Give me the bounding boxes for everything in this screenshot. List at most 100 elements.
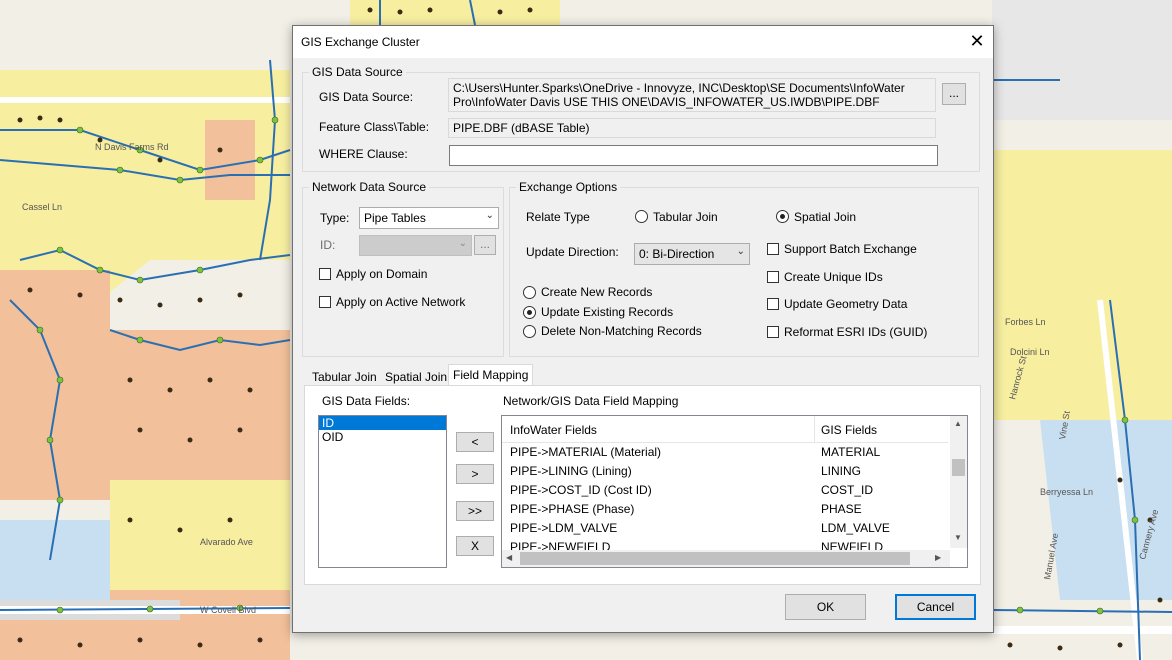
move-left-button[interactable]: < (456, 432, 494, 452)
horizontal-scrollbar[interactable]: ◀ ▶ (502, 550, 950, 567)
scroll-left-icon[interactable]: ◀ (506, 553, 512, 562)
map-label: Alvarado Ave (200, 537, 253, 547)
row-infowater-field: PIPE->MATERIAL (Material) (510, 445, 662, 459)
title-bar[interactable]: GIS Exchange Cluster ✕ (293, 26, 993, 58)
zone-orange-2 (110, 330, 290, 480)
field-mapping-label: Network/GIS Data Field Mapping (503, 394, 679, 408)
row-infowater-field: PIPE->LINING (Lining) (510, 464, 632, 478)
chevron-down-icon: ⌄ (485, 210, 494, 221)
list-item[interactable]: OID (319, 430, 446, 444)
scroll-thumb[interactable] (520, 552, 910, 565)
table-row[interactable]: PIPE->LINING (Lining) LINING (502, 462, 948, 481)
zone-orange-4 (205, 120, 255, 200)
where-clause-label: WHERE Clause: (319, 147, 408, 161)
row-gis-field: PHASE (821, 502, 862, 516)
ok-button[interactable]: OK (785, 594, 866, 620)
id-label: ID: (320, 238, 336, 252)
zone-gray-right (992, 0, 1172, 120)
gis-source-label: GIS Data Source: (319, 90, 414, 104)
move-right-button[interactable]: > (456, 464, 494, 484)
move-all-button[interactable]: >> (456, 501, 494, 521)
dialog-title: GIS Exchange Cluster (301, 35, 420, 49)
chevron-down-icon: ⌄ (458, 238, 467, 249)
row-gis-field: LINING (821, 464, 862, 478)
feature-class-label: Feature Class\Table: (319, 120, 430, 134)
gis-exchange-dialog: GIS Exchange Cluster ✕ GIS Data Source G… (292, 25, 994, 633)
radio-dot (780, 214, 785, 219)
reformat-esri-ids-label: Reformat ESRI IDs (GUID) (784, 325, 928, 339)
column-header-gis[interactable]: GIS Fields (821, 423, 877, 437)
scroll-right-icon[interactable]: ▶ (935, 553, 941, 562)
scroll-down-icon[interactable]: ▼ (954, 533, 962, 542)
row-infowater-field: PIPE->LDM_VALVE (510, 521, 618, 535)
tabular-join-label: Tabular Join (653, 210, 718, 224)
group-label: Exchange Options (516, 180, 621, 194)
id-browse-button[interactable]: ... (474, 235, 496, 255)
map-label: W Covell Blvd (200, 605, 256, 615)
update-direction-label: Update Direction: (526, 245, 619, 259)
table-row[interactable]: PIPE->COST_ID (Cost ID) COST_ID (502, 481, 948, 500)
type-select[interactable]: Pipe Tables ⌄ (359, 207, 499, 229)
close-icon[interactable]: ✕ (961, 26, 993, 58)
tabular-join-radio[interactable] (635, 210, 648, 223)
map-label: Forbes Ln (1005, 317, 1046, 327)
spatial-join-radio[interactable] (776, 210, 789, 223)
apply-active-network-checkbox[interactable] (319, 296, 331, 308)
type-label: Type: (320, 211, 350, 225)
column-divider[interactable] (814, 416, 815, 442)
radio-dot (527, 310, 532, 315)
table-row[interactable]: PIPE->MATERIAL (Material) MATERIAL (502, 443, 948, 462)
zone-yellow-2 (110, 480, 290, 590)
table-row[interactable]: PIPE->PHASE (Phase) PHASE (502, 500, 948, 519)
browse-source-button[interactable]: ... (942, 83, 966, 105)
update-geometry-data-checkbox[interactable] (767, 298, 779, 310)
chevron-down-icon: ⌄ (736, 246, 745, 257)
group-label: Network Data Source (309, 180, 430, 194)
table-row[interactable]: PIPE->LDM_VALVE LDM_VALVE (502, 519, 948, 538)
group-label: GIS Data Source (309, 65, 406, 79)
create-new-records-label: Create New Records (541, 285, 653, 299)
remove-button[interactable]: X (456, 536, 494, 556)
support-batch-exchange-checkbox[interactable] (767, 243, 779, 255)
delete-non-matching-label: Delete Non-Matching Records (541, 324, 702, 338)
scroll-up-icon[interactable]: ▲ (954, 419, 962, 428)
create-unique-ids-label: Create Unique IDs (784, 270, 883, 284)
row-infowater-field: PIPE->COST_ID (Cost ID) (510, 483, 652, 497)
create-unique-ids-checkbox[interactable] (767, 271, 779, 283)
grid-header: InfoWater Fields GIS Fields (502, 416, 948, 443)
update-direction-select[interactable]: 0: Bi-Direction ⌄ (634, 243, 750, 265)
relate-type-label: Relate Type (526, 210, 590, 224)
tab-spatial-join[interactable]: Spatial Join (381, 367, 451, 387)
tab-tabular-join[interactable]: Tabular Join (308, 367, 381, 387)
apply-domain-label: Apply on Domain (336, 267, 428, 281)
gis-source-path: C:\Users\Hunter.Sparks\OneDrive - Innovy… (448, 78, 936, 112)
reformat-esri-ids-checkbox[interactable] (767, 326, 779, 338)
update-geometry-data-label: Update Geometry Data (784, 297, 908, 311)
update-existing-records-label: Update Existing Records (541, 305, 674, 319)
row-gis-field: LDM_VALVE (821, 521, 890, 535)
type-select-value: Pipe Tables (364, 211, 426, 225)
spatial-join-label: Spatial Join (794, 210, 857, 224)
gis-data-fields-label: GIS Data Fields: (322, 394, 411, 408)
update-existing-records-radio[interactable] (523, 306, 536, 319)
gis-fields-list[interactable]: ID OID (318, 415, 447, 568)
apply-domain-checkbox[interactable] (319, 268, 331, 280)
create-new-records-radio[interactable] (523, 286, 536, 299)
cancel-button[interactable]: Cancel (895, 594, 976, 620)
tab-field-mapping[interactable]: Field Mapping (448, 364, 534, 387)
scroll-thumb[interactable] (952, 459, 965, 476)
row-infowater-field: PIPE->PHASE (Phase) (510, 502, 635, 516)
vertical-scrollbar[interactable]: ▲ ▼ (950, 416, 967, 548)
map-label: Berryessa Ln (1040, 487, 1093, 497)
support-batch-exchange-label: Support Batch Exchange (784, 242, 917, 256)
update-direction-value: 0: Bi-Direction (639, 247, 715, 261)
list-item[interactable]: ID (319, 416, 446, 430)
where-clause-input[interactable] (449, 145, 938, 166)
column-header-infowater[interactable]: InfoWater Fields (510, 423, 597, 437)
delete-non-matching-radio[interactable] (523, 325, 536, 338)
map-label: Dolcini Ln (1010, 347, 1050, 357)
field-mapping-grid[interactable]: InfoWater Fields GIS Fields PIPE->MATERI… (501, 415, 968, 568)
id-select[interactable]: ⌄ (359, 235, 472, 256)
map-label: Cassel Ln (22, 202, 62, 212)
map-label: N Davis Farms Rd (95, 142, 169, 152)
